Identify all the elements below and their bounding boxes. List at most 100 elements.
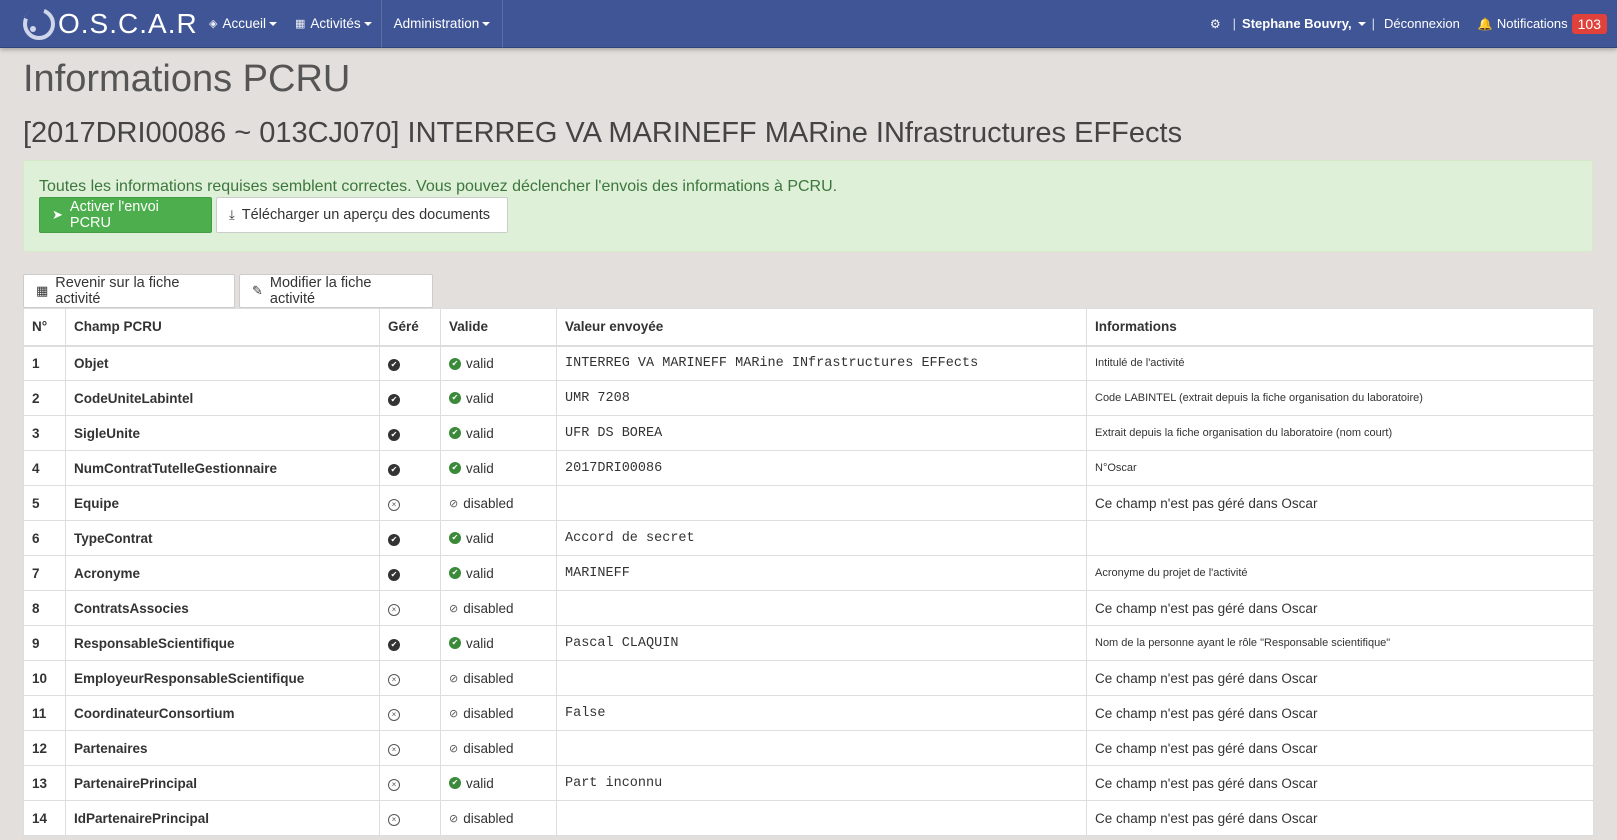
notifications-link[interactable]: Notifications — [1497, 16, 1568, 31]
row-status-text: disabled — [463, 810, 514, 826]
back-to-activity-button[interactable]: ▦ Revenir sur la fiche activité — [23, 274, 235, 308]
row-gere-cell: ✔ — [379, 415, 441, 451]
row-value — [556, 485, 1087, 521]
row-status-text: valid — [466, 425, 494, 441]
edit-activity-button[interactable]: ✎ Modifier la fiche activité — [239, 274, 433, 308]
row-number: 1 — [23, 345, 66, 381]
table-row: 5 Equipe × ⊘ disabled Ce champ n'est pas géré… — [23, 485, 1594, 521]
times-circle-icon: × — [388, 814, 400, 826]
row-field-name: CodeUniteLabintel — [65, 380, 380, 416]
row-number: 4 — [23, 450, 66, 486]
row-info: Acronyme du projet de l'activité — [1086, 555, 1594, 591]
edit-activity-label: Modifier la fiche activité — [269, 275, 372, 307]
row-status-cell: ⊘ disabled — [440, 730, 557, 766]
table-row: 1 Objet ✔ ✔ valid INTERREG VA MARINEFF MARine… — [23, 345, 1594, 381]
row-info: Code LABINTEL (extrait depuis la fiche o… — [1086, 380, 1594, 416]
times-circle-icon: × — [388, 499, 400, 511]
pcru-table-container: N° Champ PCRU Géré Valide Valeur envoyée… — [23, 308, 1594, 836]
header-gere: Géré — [379, 308, 441, 347]
table-row: 4 NumContratTutelleGestionnaire ✔ ✔ valid 201… — [23, 450, 1594, 486]
row-field-name: Partenaires — [65, 730, 380, 766]
gear-icon[interactable]: ⚙ — [1210, 17, 1221, 31]
eye-slash-icon: ⊘ — [449, 672, 459, 685]
notifications-count-badge[interactable]: 103 — [1571, 13, 1607, 34]
row-field-name: IdPartenairePrincipal — [65, 800, 380, 836]
nav-activites-label: Activités — [310, 16, 361, 31]
eye-slash-icon: ⊘ — [449, 742, 459, 755]
row-gere-cell: × — [379, 800, 441, 836]
row-number: 7 — [23, 555, 66, 591]
row-status-text: disabled — [463, 740, 514, 756]
row-number: 14 — [23, 800, 66, 836]
row-number: 3 — [23, 415, 66, 451]
caret-down-icon[interactable] — [1357, 21, 1366, 26]
nav-user-area: ⚙ | Stephane Bouvry, | Déconnexion 🔔 Not… — [1210, 0, 1617, 48]
activity-title: [2017DRI00086 ~ 013CJ070] INTERREG VA MA… — [23, 117, 1183, 149]
row-value: INTERREG VA MARINEFF MARine INfrastructu… — [556, 345, 1087, 381]
row-info: Ce champ n'est pas géré dans Oscar — [1086, 485, 1594, 521]
times-circle-icon: × — [388, 779, 400, 791]
download-preview-button[interactable]: ⤓ Télécharger un aperçu des documents — [216, 197, 508, 233]
row-status-text: valid — [466, 530, 494, 546]
row-info: N°Oscar — [1086, 450, 1594, 486]
row-info: Ce champ n'est pas géré dans Oscar — [1086, 765, 1594, 801]
pencil-icon: ✎ — [252, 283, 263, 298]
row-gere-cell: ✔ — [379, 450, 441, 486]
header-num: N° — [23, 308, 66, 347]
row-field-name: Equipe — [65, 485, 380, 521]
nav-administration[interactable]: Administration — [380, 0, 504, 48]
row-status-text: disabled — [463, 705, 514, 721]
brand[interactable]: O.S.C.A.R — [0, 0, 200, 48]
table-row: 10 EmployeurResponsableScientifique × ⊘ disa… — [23, 660, 1594, 696]
header-valeur: Valeur envoyée — [556, 308, 1087, 347]
table-row: 9 ResponsableScientifique ✔ ✔ valid Pascal CL… — [23, 625, 1594, 661]
table-header-row: N° Champ PCRU Géré Valide Valeur envoyée… — [23, 308, 1594, 347]
check-circle-icon: ✔ — [388, 464, 400, 476]
nav-accueil[interactable]: ◈ Accueil — [200, 0, 286, 48]
nav-activites[interactable]: ▦ Activités — [286, 0, 381, 48]
row-number: 9 — [23, 625, 66, 661]
cube-icon: ▦ — [36, 283, 49, 298]
check-circle-icon: ✔ — [388, 429, 400, 441]
user-name[interactable]: Stephane Bouvry, — [1242, 16, 1352, 31]
row-field-name: NumContratTutelleGestionnaire — [65, 450, 380, 486]
row-status-cell: ✔ valid — [440, 345, 557, 381]
cube-icon: ▦ — [295, 18, 306, 30]
row-gere-cell: × — [379, 765, 441, 801]
bell-icon[interactable]: 🔔 — [1478, 17, 1493, 31]
row-value — [556, 730, 1087, 766]
row-info: Intitulé de l'activité — [1086, 345, 1594, 381]
row-status-cell: ✔ valid — [440, 765, 557, 801]
row-info: Ce champ n'est pas géré dans Oscar — [1086, 590, 1594, 626]
table-row: 3 SigleUnite ✔ ✔ valid UFR DS BOREA Extrait de… — [23, 415, 1594, 451]
row-number: 2 — [23, 380, 66, 416]
pcru-table: N° Champ PCRU Géré Valide Valeur envoyée… — [23, 308, 1594, 836]
table-row: 2 CodeUniteLabintel ✔ ✔ valid UMR 7208 Code LA… — [23, 380, 1594, 416]
row-status-text: valid — [466, 565, 494, 581]
row-status-text: valid — [466, 460, 494, 476]
times-circle-icon: × — [388, 709, 400, 721]
valid-check-icon: ✔ — [449, 462, 461, 475]
check-circle-icon: ✔ — [388, 394, 400, 406]
alert-message: Toutes les informations requises semblen… — [39, 178, 838, 195]
activate-pcru-button[interactable]: ➤ Activer l'envoi PCRU — [39, 197, 212, 233]
table-body: 1 Objet ✔ ✔ valid INTERREG VA MARINEFF MARine… — [23, 345, 1594, 836]
success-alert: Toutes les informations requises semblen… — [23, 160, 1593, 252]
row-number: 12 — [23, 730, 66, 766]
row-number: 13 — [23, 765, 66, 801]
row-field-name: EmployeurResponsableScientifique — [65, 660, 380, 696]
row-number: 8 — [23, 590, 66, 626]
table-row: 7 Acronyme ✔ ✔ valid MARINEFF Acronyme du proj… — [23, 555, 1594, 591]
row-status-text: disabled — [463, 600, 514, 616]
oscar-logo-icon — [23, 6, 55, 40]
send-icon: ➤ — [52, 207, 63, 222]
row-field-name: SigleUnite — [65, 415, 380, 451]
logout-link[interactable]: Déconnexion — [1384, 16, 1460, 31]
row-status-text: disabled — [463, 495, 514, 511]
row-field-name: Objet — [65, 345, 380, 381]
row-info: Ce champ n'est pas géré dans Oscar — [1086, 660, 1594, 696]
valid-check-icon: ✔ — [449, 637, 461, 650]
row-status-cell: ✔ valid — [440, 415, 557, 451]
row-value: Part inconnu — [556, 765, 1087, 801]
row-status-cell: ✔ valid — [440, 555, 557, 591]
